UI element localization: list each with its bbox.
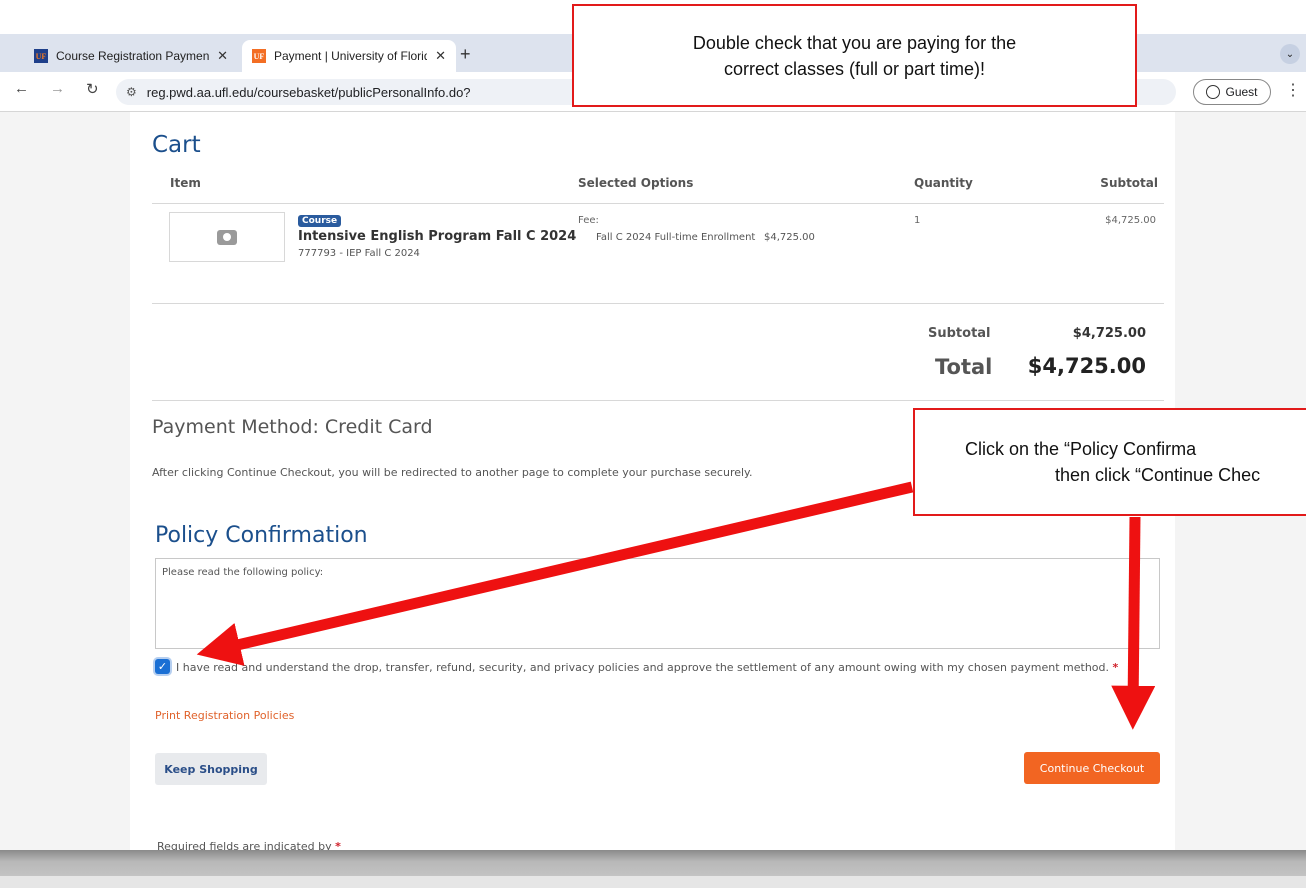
- arrow-to-checkbox: [196, 481, 914, 666]
- arrow-to-continue-checkout: [1111, 516, 1156, 730]
- annotation-arrows: [196, 481, 1156, 730]
